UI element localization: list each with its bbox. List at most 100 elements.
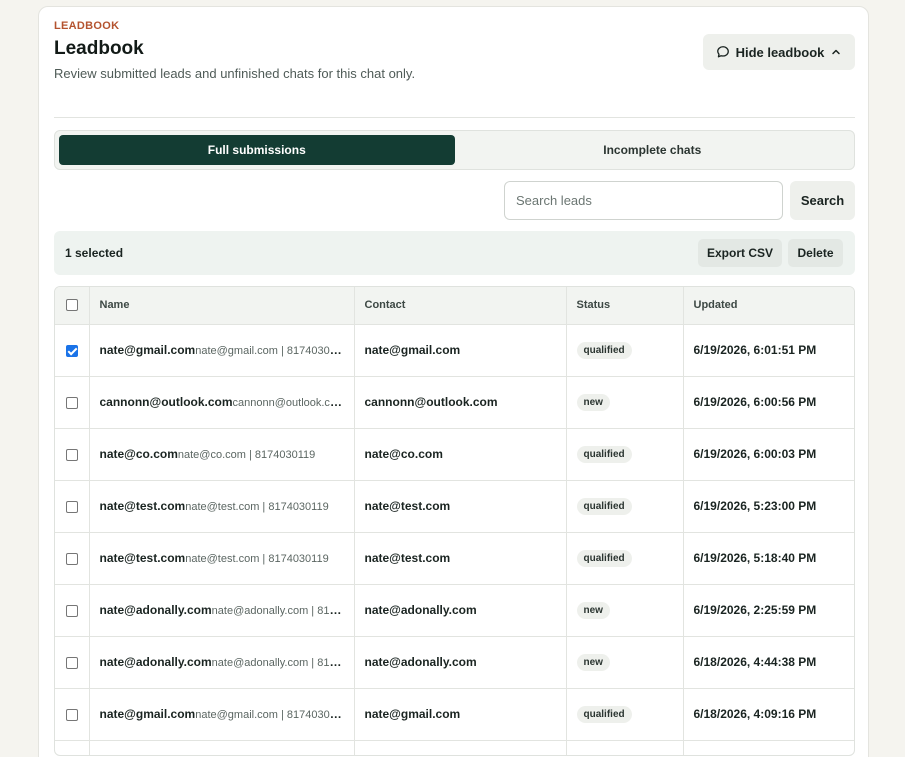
status-badge: new	[576, 653, 610, 671]
export-csv-button[interactable]: Export CSV	[698, 239, 782, 267]
lead-status-cell: qualified	[565, 480, 683, 532]
row-checkbox[interactable]	[65, 344, 78, 357]
table-row[interactable]: qualified	[55, 740, 854, 755]
table-row[interactable]: nate@test.comnate@test.com | 8174030119 n…	[55, 532, 854, 584]
lead-contact: nate@gmail.com	[353, 324, 566, 376]
lead-name: cannonn@outlook.com	[99, 395, 233, 409]
row-select-cell	[55, 480, 89, 532]
lead-status-cell: qualified	[565, 688, 683, 740]
row-checkbox[interactable]	[65, 396, 78, 409]
table-row[interactable]: nate@test.comnate@test.com | 8174030119 n…	[55, 480, 854, 532]
page-title: Leadbook	[54, 38, 144, 59]
row-checkbox[interactable]	[65, 708, 78, 721]
page-subtitle: Review submitted leads and unfinished ch…	[54, 66, 416, 81]
select-all-checkbox[interactable]	[65, 299, 78, 312]
select-all-cell	[55, 287, 89, 324]
status-badge: qualified	[576, 445, 632, 463]
lead-status-cell: qualified	[565, 324, 683, 376]
row-select-cell	[55, 428, 89, 480]
row-select-cell	[55, 584, 89, 636]
delete-button[interactable]: Delete	[788, 239, 843, 267]
row-select-cell	[55, 740, 89, 755]
lead-contact: nate@test.com	[353, 480, 566, 532]
selection-bar: 1 selected Export CSV Delete	[54, 231, 855, 275]
lead-status-cell: qualified	[565, 428, 683, 480]
lead-updated: 6/19/2026, 2:25:59 PM	[682, 584, 854, 636]
lead-updated: 6/19/2026, 6:00:03 PM	[682, 428, 854, 480]
lead-name-cell: nate@test.comnate@test.com | 8174030119	[88, 480, 354, 532]
lead-updated: 6/19/2026, 6:00:56 PM	[682, 376, 854, 428]
selected-count: 1 selected	[65, 246, 124, 260]
lead-contact: nate@gmail.com	[353, 688, 566, 740]
hide-leadbook-button[interactable]: Hide leadbook	[703, 34, 855, 70]
status-badge: qualified	[576, 341, 632, 359]
lead-contact: nate@adonally.com	[353, 636, 566, 688]
row-select-cell	[55, 688, 89, 740]
lead-status-cell: qualified	[565, 740, 683, 755]
lead-name: nate@gmail.com	[99, 707, 196, 721]
lead-updated: 6/18/2026, 4:09:16 PM	[682, 688, 854, 740]
tab-full-submissions[interactable]: Full submissions	[59, 135, 455, 165]
lead-name-cell: nate@gmail.comnate@gmail.com | 817403011…	[88, 324, 354, 376]
lead-details: nate@adonally.com | 8174030119	[211, 605, 344, 617]
status-badge: new	[576, 601, 610, 619]
eyebrow-label: LEADBOOK	[54, 20, 120, 32]
column-header-status[interactable]: Status	[565, 287, 683, 324]
status-badge: qualified	[576, 497, 632, 515]
lead-name: nate@adonally.com	[99, 603, 212, 617]
lead-tabs: Full submissions Incomplete chats	[54, 130, 855, 170]
status-badge: qualified	[576, 705, 632, 723]
lead-details: nate@test.com | 8174030119	[185, 553, 329, 565]
lead-details: nate@gmail.com | 8174030119	[195, 345, 344, 357]
row-checkbox[interactable]	[65, 604, 78, 617]
row-checkbox[interactable]	[65, 552, 78, 565]
leadbook-panel: LEADBOOK Leadbook Review submitted leads…	[38, 6, 869, 757]
chat-bubble-icon	[716, 45, 730, 59]
lead-name-cell: nate@gmail.comnate@gmail.com | 817403011…	[88, 688, 354, 740]
lead-name: nate@gmail.com	[99, 343, 196, 357]
lead-status-cell: new	[565, 636, 683, 688]
lead-updated: 6/19/2026, 5:23:00 PM	[682, 480, 854, 532]
column-header-contact[interactable]: Contact	[353, 287, 566, 324]
search-button[interactable]: Search	[790, 181, 855, 220]
lead-name-cell: nate@test.comnate@test.com | 8174030119	[88, 532, 354, 584]
lead-name-cell	[88, 740, 354, 755]
row-checkbox[interactable]	[65, 448, 78, 461]
lead-name-cell: cannonn@outlook.comcannonn@outlook.com |…	[88, 376, 354, 428]
lead-status-cell: new	[565, 376, 683, 428]
row-checkbox[interactable]	[65, 656, 78, 669]
lead-name-cell: nate@co.comnate@co.com | 8174030119	[88, 428, 354, 480]
lead-contact: nate@adonally.com	[353, 584, 566, 636]
chevron-up-icon	[830, 46, 842, 58]
row-select-cell	[55, 636, 89, 688]
tab-incomplete-chats[interactable]: Incomplete chats	[455, 135, 851, 165]
table-row[interactable]: nate@adonally.comnate@adonally.com | 817…	[55, 584, 854, 636]
search-input[interactable]	[504, 181, 783, 220]
table-row[interactable]: nate@adonally.com nate@adonally.com | 817…	[55, 636, 854, 688]
table-row[interactable]: nate@gmail.comnate@gmail.com | 817403011…	[55, 324, 854, 376]
column-header-updated[interactable]: Updated	[682, 287, 854, 324]
status-badge: new	[576, 393, 610, 411]
lead-details: nate@gmail.com | 8174030119	[195, 709, 344, 721]
lead-updated: 6/19/2026, 5:18:40 PM	[682, 532, 854, 584]
lead-contact: nate@co.com	[353, 428, 566, 480]
table-row[interactable]: cannonn@outlook.comcannonn@outlook.com |…	[55, 376, 854, 428]
lead-contact: nate@test.com	[353, 532, 566, 584]
row-select-cell	[55, 324, 89, 376]
table-row[interactable]: nate@co.comnate@co.com | 8174030119 nate@…	[55, 428, 854, 480]
lead-updated	[682, 740, 854, 755]
lead-details: nate@test.com | 8174030119	[185, 501, 329, 513]
lead-details: nate@adonally.com | 8174030119	[211, 657, 344, 669]
hide-leadbook-label: Hide leadbook	[735, 44, 825, 60]
lead-contact: cannonn@outlook.com	[353, 376, 566, 428]
table-row[interactable]: nate@gmail.comnate@gmail.com | 817403011…	[55, 688, 854, 740]
row-checkbox[interactable]	[65, 500, 78, 513]
column-header-name[interactable]: Name	[88, 287, 354, 324]
lead-contact	[353, 740, 566, 755]
status-badge: qualified	[576, 549, 632, 567]
lead-status-cell: qualified	[565, 532, 683, 584]
row-select-cell	[55, 376, 89, 428]
lead-details: nate@co.com | 8174030119	[177, 449, 316, 461]
lead-details: cannonn@outlook.com | 8174030119	[232, 397, 344, 409]
lead-name-cell: nate@adonally.comnate@adonally.com | 817…	[88, 584, 354, 636]
